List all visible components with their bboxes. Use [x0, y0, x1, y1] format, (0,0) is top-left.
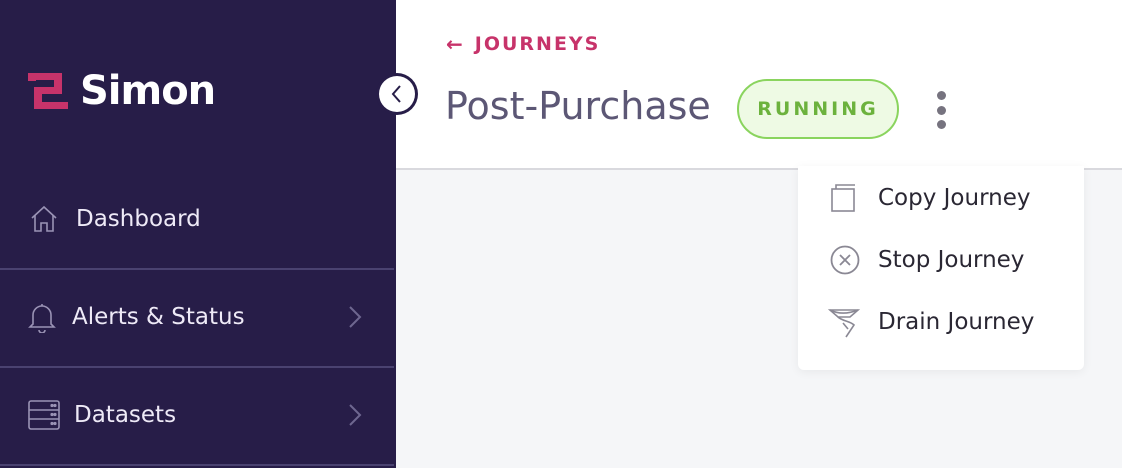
funnel-icon: [828, 305, 862, 339]
database-icon: [28, 399, 60, 431]
kebab-dot: [936, 120, 946, 129]
divider: [0, 464, 394, 466]
kebab-dot: [936, 105, 946, 115]
kebab-menu-icon[interactable]: [932, 91, 950, 129]
menu-item-label: Copy Journey: [878, 185, 1031, 211]
kebab-dot: [936, 91, 946, 100]
copy-icon: [828, 181, 862, 215]
collapse-sidebar-inner: [379, 76, 415, 112]
menu-item-label: Drain Journey: [878, 309, 1035, 335]
sidebar: Simon Dashboard Alerts & Status Datasets: [0, 0, 396, 468]
page-header: ← JOURNEYS Post-Purchase RUNNING: [396, 0, 1122, 170]
sidebar-item-label: Dashboard: [76, 205, 201, 232]
sidebar-item-datasets[interactable]: Datasets: [0, 366, 394, 463]
stop-circle-icon: [828, 243, 862, 277]
arrow-left-icon: ←: [446, 32, 465, 56]
chevron-right-icon: [349, 305, 362, 328]
chevron-right-icon: [349, 403, 362, 426]
back-to-journeys-link[interactable]: ← JOURNEYS: [446, 32, 600, 56]
back-link-label: JOURNEYS: [474, 33, 601, 55]
sidebar-item-alerts-status[interactable]: Alerts & Status: [0, 268, 394, 365]
logo[interactable]: Simon: [28, 68, 216, 114]
menu-item-drain-journey[interactable]: Drain Journey: [798, 294, 1084, 350]
chevron-left-icon: [391, 85, 401, 103]
page-title: Post-Purchase: [445, 84, 711, 128]
menu-item-stop-journey[interactable]: Stop Journey: [798, 232, 1084, 288]
menu-item-label: Stop Journey: [878, 247, 1025, 273]
menu-item-copy-journey[interactable]: Copy Journey: [798, 170, 1084, 226]
sidebar-item-label: Alerts & Status: [72, 303, 245, 330]
collapse-sidebar-button[interactable]: [376, 73, 418, 115]
simon-logo-icon: [28, 73, 68, 109]
bell-icon: [26, 301, 58, 333]
journey-actions-menu: Copy Journey Stop Journey Drain Journey: [798, 166, 1084, 370]
sidebar-item-dashboard[interactable]: Dashboard: [0, 170, 394, 267]
sidebar-item-label: Datasets: [74, 401, 177, 428]
status-badge: RUNNING: [737, 79, 899, 139]
home-icon: [28, 203, 60, 235]
app-name: Simon: [80, 68, 216, 114]
